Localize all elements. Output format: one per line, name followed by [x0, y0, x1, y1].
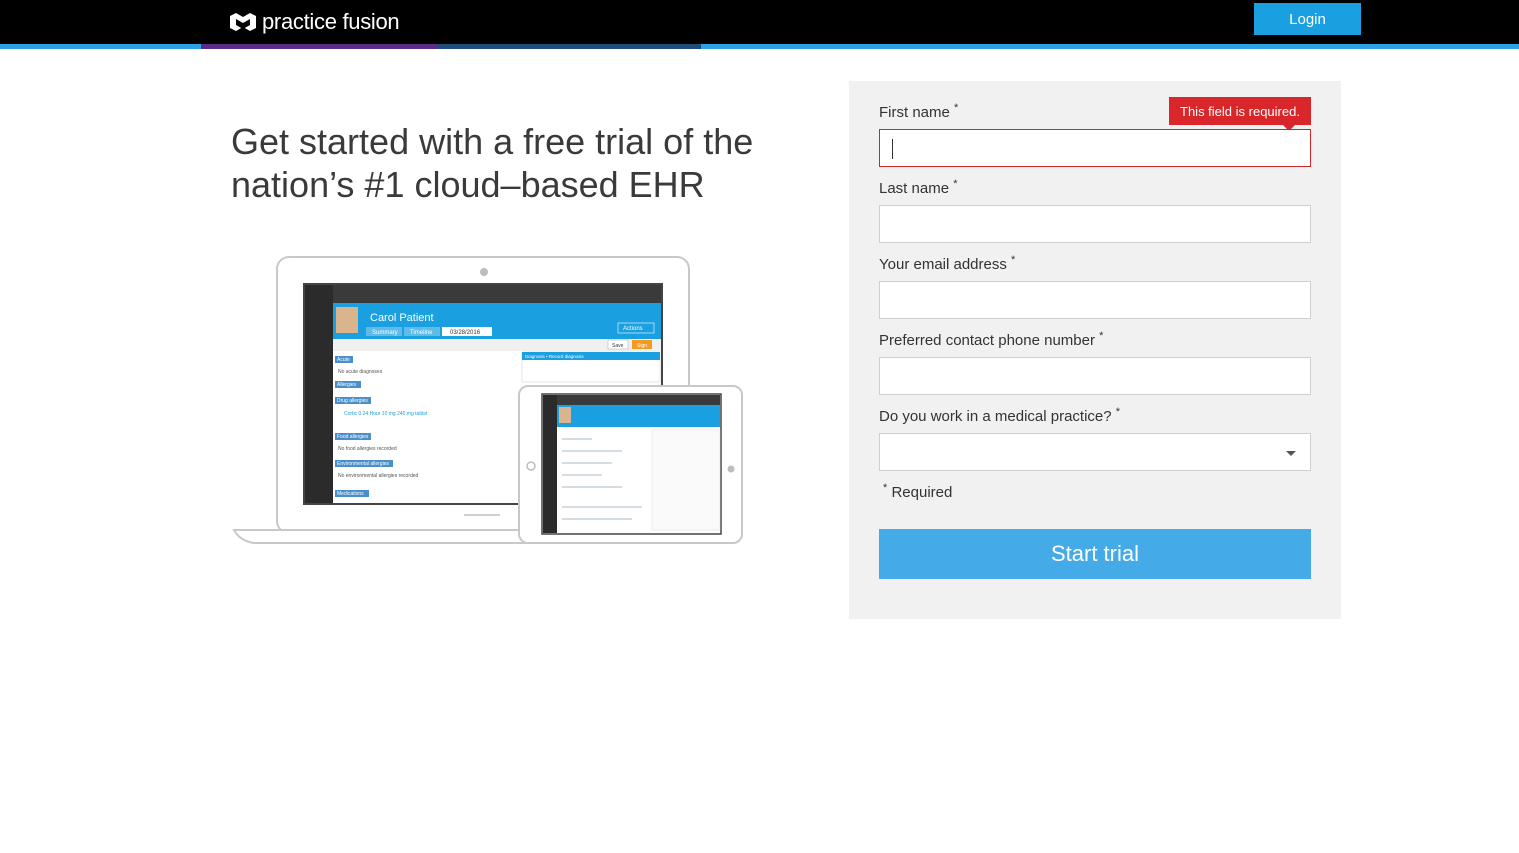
first-name-field[interactable] [879, 129, 1311, 167]
stripe-navy-segment [437, 44, 701, 49]
required-note: * Required [883, 482, 953, 501]
email-label: Your email address * [879, 254, 1016, 273]
chevron-down-icon [1286, 451, 1296, 456]
page-headline: Get started with a free trial of the nat… [231, 121, 754, 205]
preview-actions: Actions [623, 326, 643, 332]
last-name-field[interactable] [879, 205, 1311, 243]
text-cursor [892, 139, 893, 159]
preview-section-env-text: No environmental allergies recorded [338, 473, 419, 479]
signup-form-panel: First name * This field is required. Las… [849, 81, 1341, 619]
phone-label: Preferred contact phone number * [879, 330, 1104, 349]
practice-fusion-logo-icon [230, 13, 256, 31]
preview-tab-timeline: Timeline [410, 330, 433, 336]
first-name-label: First name * [879, 102, 959, 121]
preview-save: Save [612, 343, 624, 349]
email-field[interactable] [879, 281, 1311, 319]
preview-section-acute-text: No acute diagnoses [338, 369, 383, 375]
preview-section-env: Environmental allergies [337, 461, 389, 467]
phone-field[interactable] [879, 357, 1311, 395]
preview-section-drug-text: Cortic 0.24 Hour 10 mg 240 mg tablet [344, 411, 428, 417]
logo-text: practice fusion [262, 9, 400, 34]
preview-tab-summary: Summary [372, 330, 398, 336]
preview-section-allergies: Allergies [337, 382, 357, 388]
ehr-device-illustration: Carol Patient Summary Timeline 03/28/201… [232, 256, 743, 544]
preview-section-acute: Acute [337, 357, 350, 363]
practice-fusion-logo[interactable]: practice fusion [228, 8, 400, 36]
header-accent-stripe [0, 44, 1519, 49]
preview-section-drug: Drug allergies [337, 398, 368, 404]
login-button[interactable]: Login [1254, 3, 1361, 35]
preview-panel-title: Diagnosis • Record diagnosis [525, 354, 584, 359]
preview-patient-name: Carol Patient [370, 312, 434, 324]
preview-sign: Sign [637, 343, 647, 349]
preview-date: 03/28/2016 [450, 330, 481, 336]
last-name-label: Last name * [879, 178, 958, 197]
top-navigation-bar: practice fusion Login [0, 0, 1519, 44]
preview-section-food-text: No food allergies recorded [338, 446, 397, 452]
start-trial-button[interactable]: Start trial [879, 529, 1311, 579]
preview-section-meds: Medications [337, 491, 364, 497]
first-name-error-tooltip: This field is required. [1169, 97, 1311, 131]
medical-practice-label: Do you work in a medical practice? * [879, 406, 1121, 425]
medical-practice-select[interactable] [879, 433, 1311, 471]
preview-section-food: Food allergies [337, 434, 369, 440]
stripe-purple-segment [201, 44, 437, 49]
